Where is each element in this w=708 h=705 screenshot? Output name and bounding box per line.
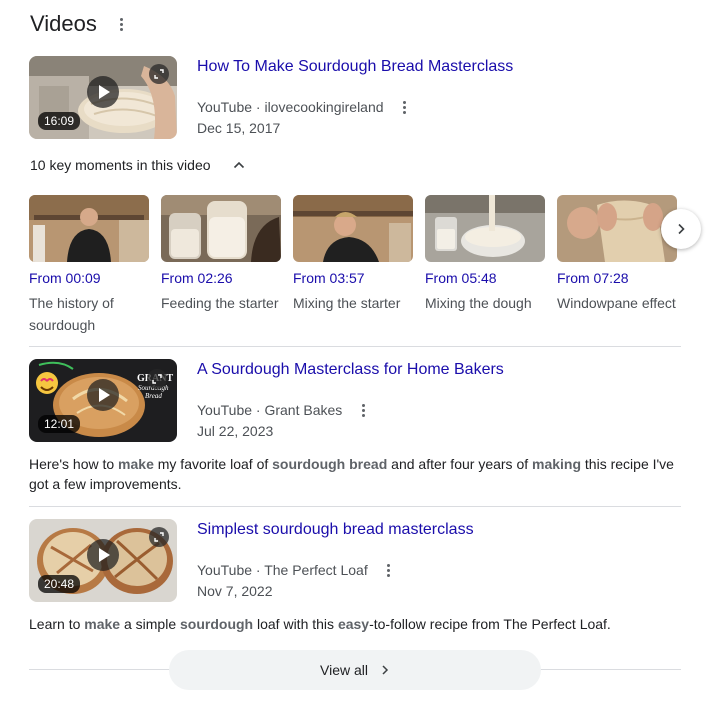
expand-icon[interactable] [147, 369, 167, 389]
video-date: Jul 22, 2023 [197, 423, 274, 439]
key-moment-label: The history of sourdough [29, 295, 114, 333]
videos-header: Videos [30, 10, 129, 38]
video-thumbnail[interactable]: 20:48 [29, 519, 177, 602]
key-moment-label: Windowpane effect [557, 295, 676, 311]
description-text: Here's how to [29, 456, 119, 472]
video-source-text: YouTube · The Perfect Loaf [197, 562, 368, 578]
description-text: Learn to [29, 616, 85, 632]
description-highlight: make [84, 616, 121, 632]
key-moment-timestamp[interactable]: From 03:57 [293, 270, 413, 286]
key-moment-label: Feeding the starter [161, 295, 279, 311]
key-moments-next-button[interactable] [661, 209, 701, 249]
key-moment-timestamp[interactable]: From 05:48 [425, 270, 545, 286]
key-moment-timestamp[interactable]: From 02:26 [161, 270, 281, 286]
video-source: YouTube · ilovecookingireland [197, 97, 412, 117]
video-title-link[interactable]: How To Make Sourdough Bread Masterclass [197, 58, 513, 76]
expand-icon[interactable] [149, 64, 169, 84]
description-highlight: sourdough [180, 616, 254, 632]
key-moment-item[interactable]: From 07:28 Windowpane effect [557, 195, 677, 314]
key-moment-timestamp[interactable]: From 07:28 [557, 270, 677, 286]
video-date: Nov 7, 2022 [197, 583, 273, 599]
more-vert-icon[interactable] [398, 97, 412, 117]
description-highlight: easy [337, 616, 370, 632]
divider [29, 346, 681, 347]
play-icon [87, 76, 119, 108]
video-duration: 12:01 [38, 415, 81, 433]
divider [29, 506, 681, 507]
key-moment-item[interactable]: From 00:09 The history of sourdough [29, 195, 149, 336]
more-vert-icon[interactable] [115, 14, 129, 34]
key-moment-thumbnail[interactable] [161, 195, 281, 262]
video-description: Here's how to make my favorite loaf of s… [29, 454, 679, 494]
thumbnail-brand-text: Bread [145, 392, 162, 400]
more-vert-icon[interactable] [382, 560, 396, 580]
video-duration: 20:48 [38, 575, 81, 593]
key-moment-thumbnail[interactable] [29, 195, 149, 262]
key-moment-label: Mixing the dough [425, 295, 532, 311]
description-highlight: sourdough bread [272, 456, 388, 472]
key-moment-item[interactable]: From 02:26 Feeding the starter [161, 195, 281, 314]
section-title: Videos [30, 11, 97, 36]
description-highlight: making [532, 456, 582, 472]
description-text: -to-follow recipe from The Perfect Loaf. [369, 616, 611, 632]
video-thumbnail[interactable]: GRANT Sourdough Bread 12:01 [29, 359, 177, 442]
description-text: and after four years of [387, 456, 533, 472]
play-icon [87, 539, 119, 571]
key-moments-toggle[interactable]: 10 key moments in this video [30, 157, 245, 173]
chevron-right-icon [382, 665, 389, 675]
video-source-text: YouTube · Grant Bakes [197, 402, 343, 418]
key-moment-thumbnail[interactable] [293, 195, 413, 262]
key-moment-timestamp[interactable]: From 00:09 [29, 270, 149, 286]
key-moment-thumbnail[interactable] [557, 195, 677, 262]
video-thumbnail[interactable]: 16:09 [29, 56, 177, 139]
more-vert-icon[interactable] [356, 400, 370, 420]
key-moment-item[interactable]: From 05:48 Mixing the dough [425, 195, 545, 314]
description-text: a simple [120, 616, 180, 632]
video-title-link[interactable]: Simplest sourdough bread masterclass [197, 521, 474, 539]
video-title-link[interactable]: A Sourdough Masterclass for Home Bakers [197, 361, 504, 379]
key-moment-thumbnail[interactable] [425, 195, 545, 262]
key-moment-item[interactable]: From 03:57 Mixing the starter [293, 195, 413, 314]
description-highlight: make [118, 456, 154, 472]
key-moments-heading: 10 key moments in this video [30, 157, 211, 173]
view-all-button[interactable]: View all [169, 650, 541, 690]
video-source: YouTube · Grant Bakes [197, 400, 370, 420]
view-all-label: View all [320, 662, 368, 678]
play-icon [87, 379, 119, 411]
video-description: Learn to make a simple sourdough loaf wi… [29, 614, 679, 634]
video-duration: 16:09 [38, 112, 81, 130]
description-text: loaf with this [253, 616, 338, 632]
chevron-up-icon[interactable] [233, 159, 245, 171]
description-text: my favorite loaf of [153, 456, 273, 472]
video-source: YouTube · The Perfect Loaf [197, 560, 396, 580]
chevron-right-icon [678, 223, 685, 235]
expand-icon[interactable] [149, 527, 169, 547]
key-moment-label: Mixing the starter [293, 295, 401, 311]
video-source-text: YouTube · ilovecookingireland [197, 99, 384, 115]
video-date: Dec 15, 2017 [197, 120, 281, 136]
